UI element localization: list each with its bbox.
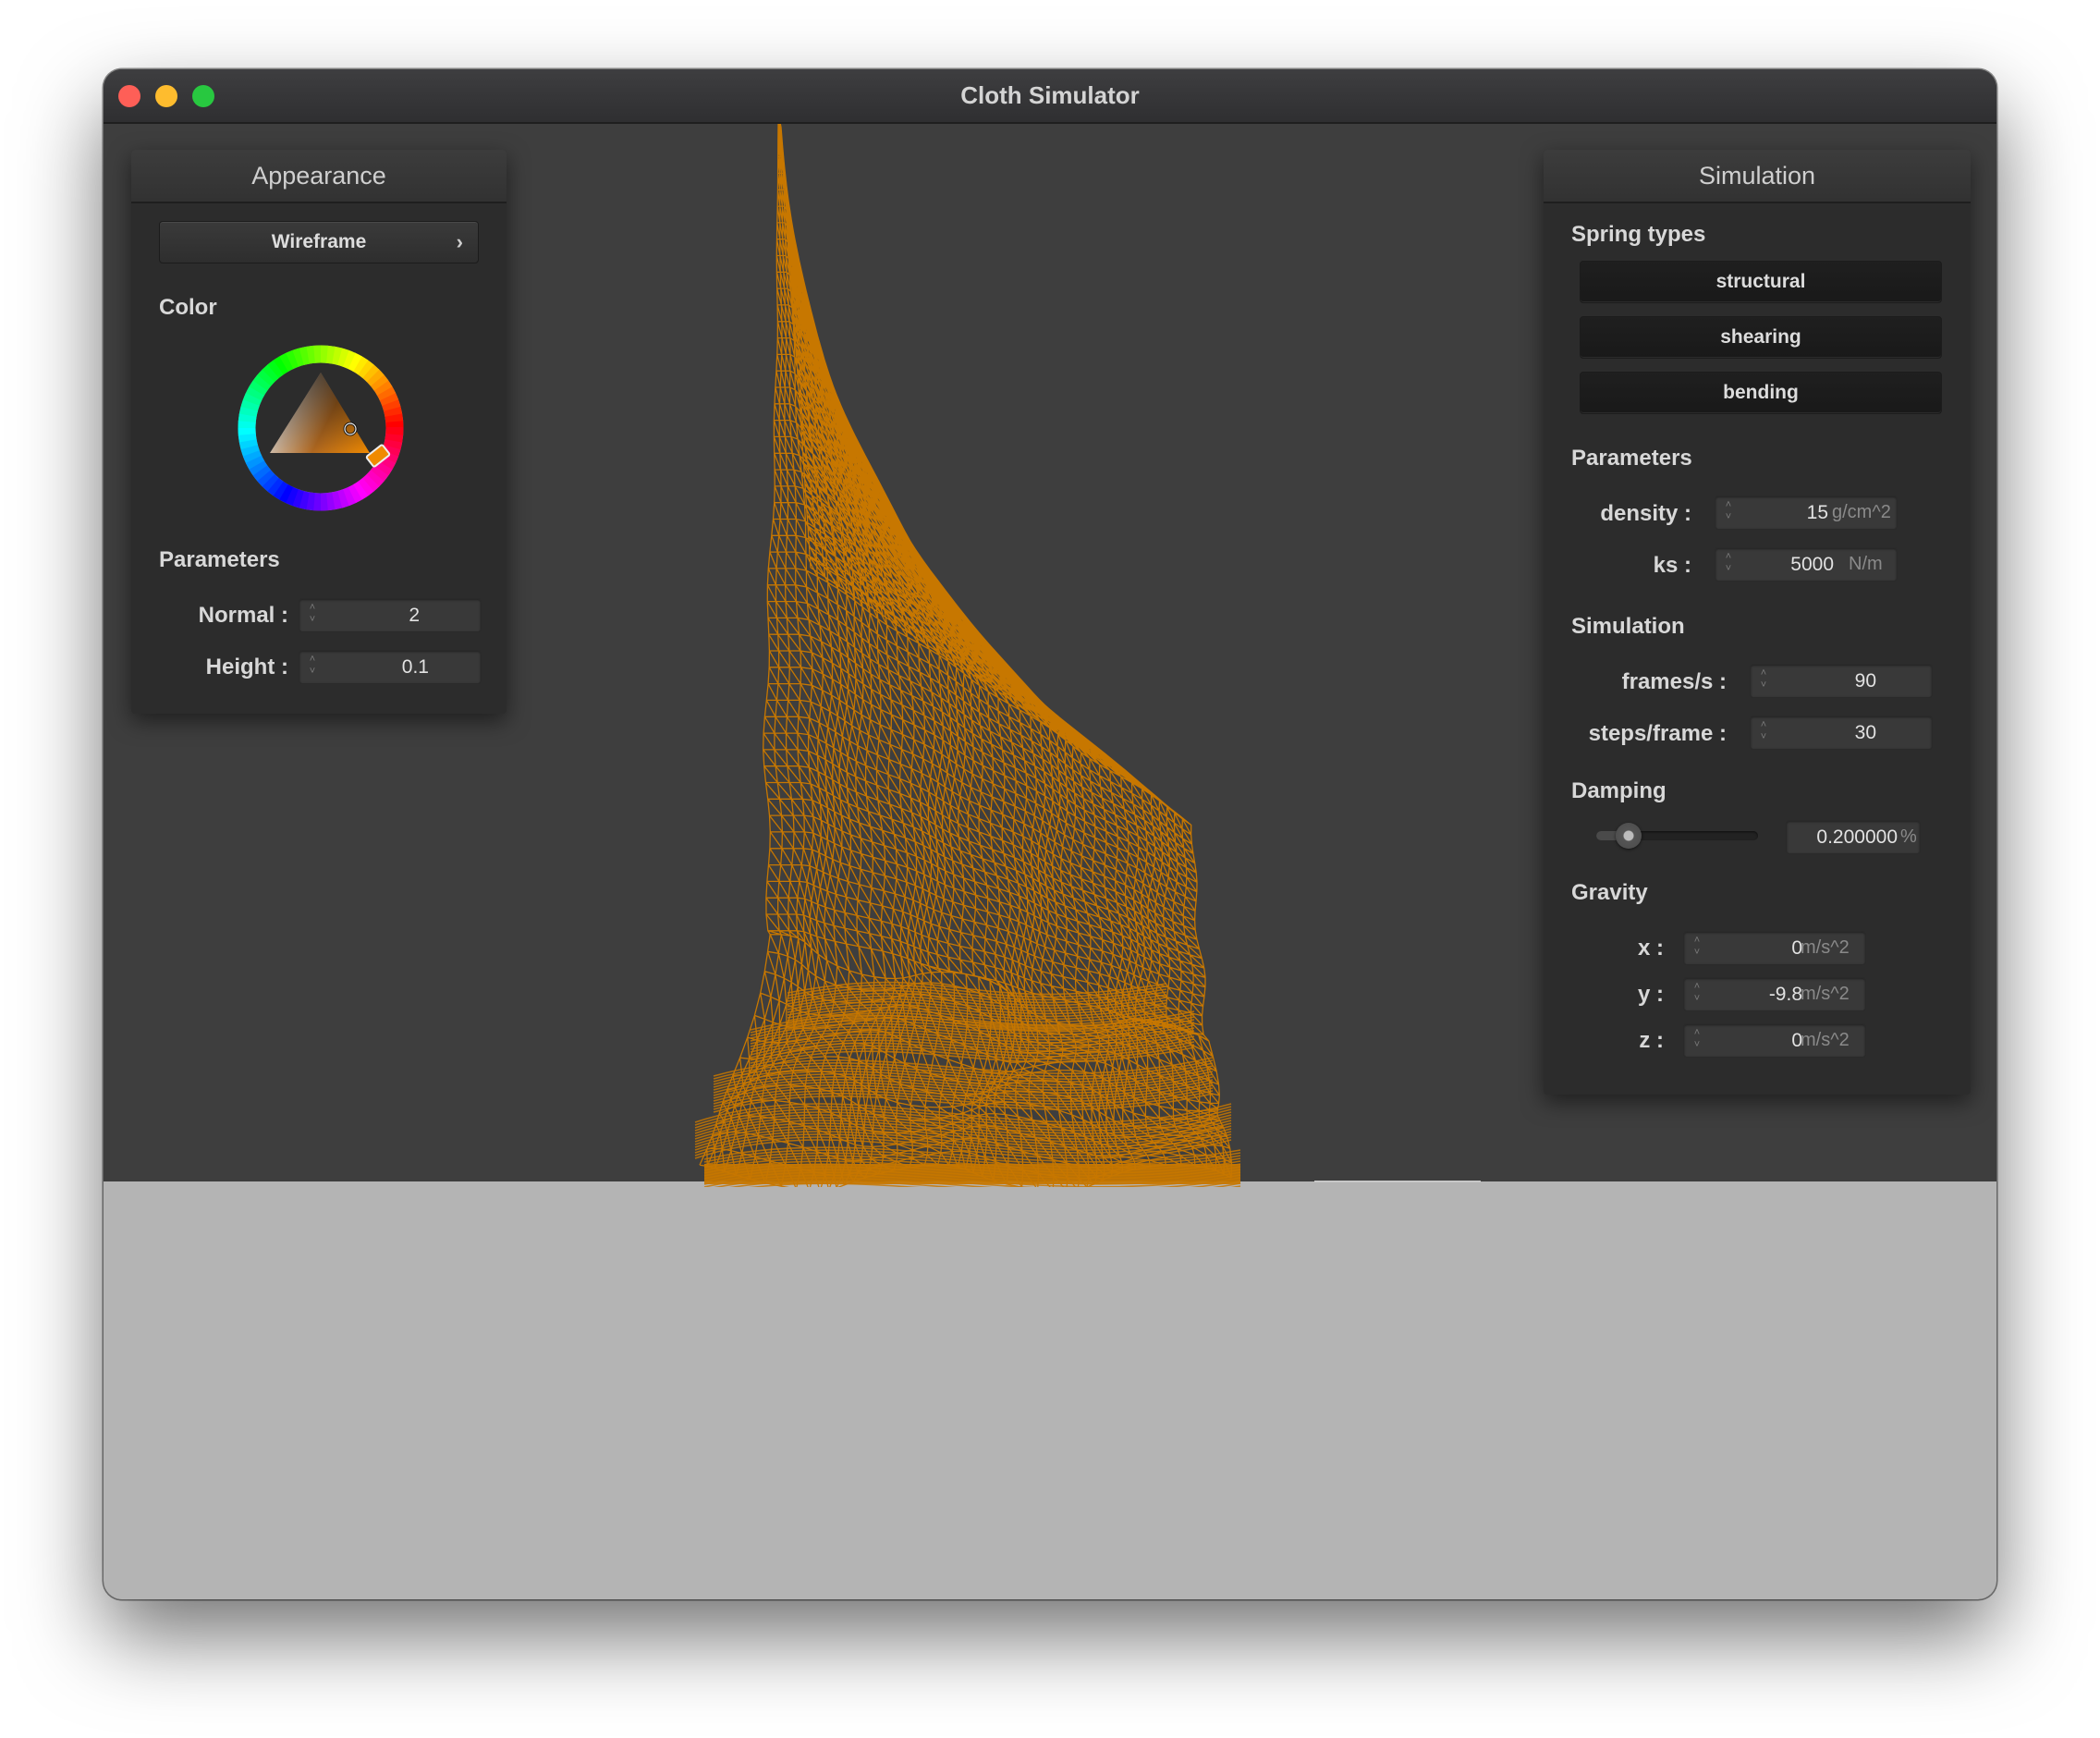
window-title: Cloth Simulator — [960, 81, 1140, 109]
damping-value: 0.200000 — [1816, 826, 1898, 848]
stepper-icon[interactable]: ˄ ˅ — [1758, 719, 1769, 745]
height-label: Height : — [205, 655, 288, 679]
app-window: Cloth Simulator Appearance Wireframe › C… — [104, 69, 1996, 1599]
shader-select-button[interactable]: Wireframe › — [159, 221, 479, 263]
gravity-z-value: 0 — [1791, 1030, 1802, 1051]
title-bar[interactable]: Cloth Simulator — [104, 69, 1996, 124]
steps-label: steps/frame : — [1588, 721, 1727, 746]
fps-label: frames/s : — [1621, 669, 1727, 694]
gravity-x-label: x : — [1637, 936, 1664, 961]
appearance-header[interactable]: Appearance — [131, 150, 507, 203]
density-unit: g/cm^2 — [1832, 502, 1891, 522]
gravity-z-input[interactable]: ˄ ˅ 0 m/s^2 — [1683, 1023, 1866, 1058]
stepper-icon[interactable]: ˄ ˅ — [1723, 551, 1734, 577]
steps-value: 30 — [1854, 722, 1876, 743]
damping-unit: % — [1900, 826, 1917, 847]
bending-toggle[interactable]: bending — [1580, 372, 1942, 414]
fps-input[interactable]: ˄ ˅ 90 — [1750, 664, 1933, 698]
fps-value: 90 — [1854, 670, 1876, 692]
gravity-x-input[interactable]: ˄ ˅ 0 m/s^2 — [1683, 931, 1866, 965]
ks-input[interactable]: ˄ ˅ 5000 N/m — [1715, 547, 1898, 581]
sim-parameters-label: Parameters — [1571, 446, 1692, 471]
damping-label: Damping — [1571, 778, 1667, 803]
gravity-label: Gravity — [1571, 880, 1648, 905]
stepper-icon[interactable]: ˄ ˅ — [1691, 1027, 1703, 1053]
normal-input[interactable]: ˄ ˅ 2 — [299, 598, 482, 632]
ks-value: 5000 — [1790, 554, 1834, 575]
appearance-parameters-label: Parameters — [159, 547, 280, 572]
ks-label: ks : — [1653, 553, 1691, 578]
ks-unit: N/m — [1849, 554, 1883, 574]
chevron-right-icon: › — [456, 230, 463, 253]
damping-slider-knob[interactable] — [1616, 823, 1642, 849]
shearing-toggle[interactable]: shearing — [1580, 316, 1942, 359]
gravity-y-value: -9.8 — [1768, 984, 1802, 1005]
damping-input[interactable]: 0.200000 % — [1786, 820, 1921, 854]
spring-types-label: Spring types — [1571, 222, 1706, 247]
damping-slider[interactable] — [1596, 823, 1758, 849]
normal-label: Normal : — [198, 603, 288, 628]
structural-label: structural — [1715, 271, 1806, 292]
gravity-z-label: z : — [1639, 1028, 1664, 1053]
height-value: 0.1 — [401, 656, 429, 678]
density-input[interactable]: ˄ ˅ 15 g/cm^2 — [1715, 496, 1898, 530]
stepper-icon[interactable]: ˄ ˅ — [1723, 499, 1734, 525]
gravity-x-value: 0 — [1791, 937, 1802, 959]
stepper-icon[interactable]: ˄ ˅ — [1691, 935, 1703, 961]
stepper-icon[interactable]: ˄ ˅ — [1691, 981, 1703, 1007]
stepper-icon[interactable]: ˄ ˅ — [307, 602, 318, 628]
normal-value: 2 — [409, 605, 420, 626]
shader-select-label: Wireframe — [271, 231, 367, 252]
stepper-icon[interactable]: ˄ ˅ — [1758, 667, 1769, 693]
gravity-y-label: y : — [1637, 982, 1664, 1007]
gravity-y-input[interactable]: ˄ ˅ -9.8 m/s^2 — [1683, 977, 1866, 1011]
gravity-y-unit: m/s^2 — [1801, 984, 1850, 1004]
appearance-panel: Appearance Wireframe › Color Parameters … — [131, 150, 507, 714]
simulation-header[interactable]: Simulation — [1544, 150, 1971, 203]
density-value: 15 — [1806, 502, 1828, 523]
ground-plane — [104, 1181, 1996, 1599]
color-label: Color — [159, 295, 217, 320]
sim-simulation-label: Simulation — [1571, 614, 1685, 639]
color-wheel[interactable] — [233, 340, 409, 516]
steps-input[interactable]: ˄ ˅ 30 — [1750, 716, 1933, 750]
gravity-x-unit: m/s^2 — [1801, 937, 1850, 958]
stepper-icon[interactable]: ˄ ˅ — [307, 654, 318, 679]
height-input[interactable]: ˄ ˅ 0.1 — [299, 650, 482, 684]
structural-toggle[interactable]: structural — [1580, 261, 1942, 303]
bending-label: bending — [1723, 382, 1799, 403]
gravity-z-unit: m/s^2 — [1801, 1030, 1850, 1050]
simulation-panel: Simulation Spring types structural shear… — [1544, 150, 1971, 1095]
shearing-label: shearing — [1720, 326, 1801, 348]
density-label: density : — [1600, 501, 1691, 526]
